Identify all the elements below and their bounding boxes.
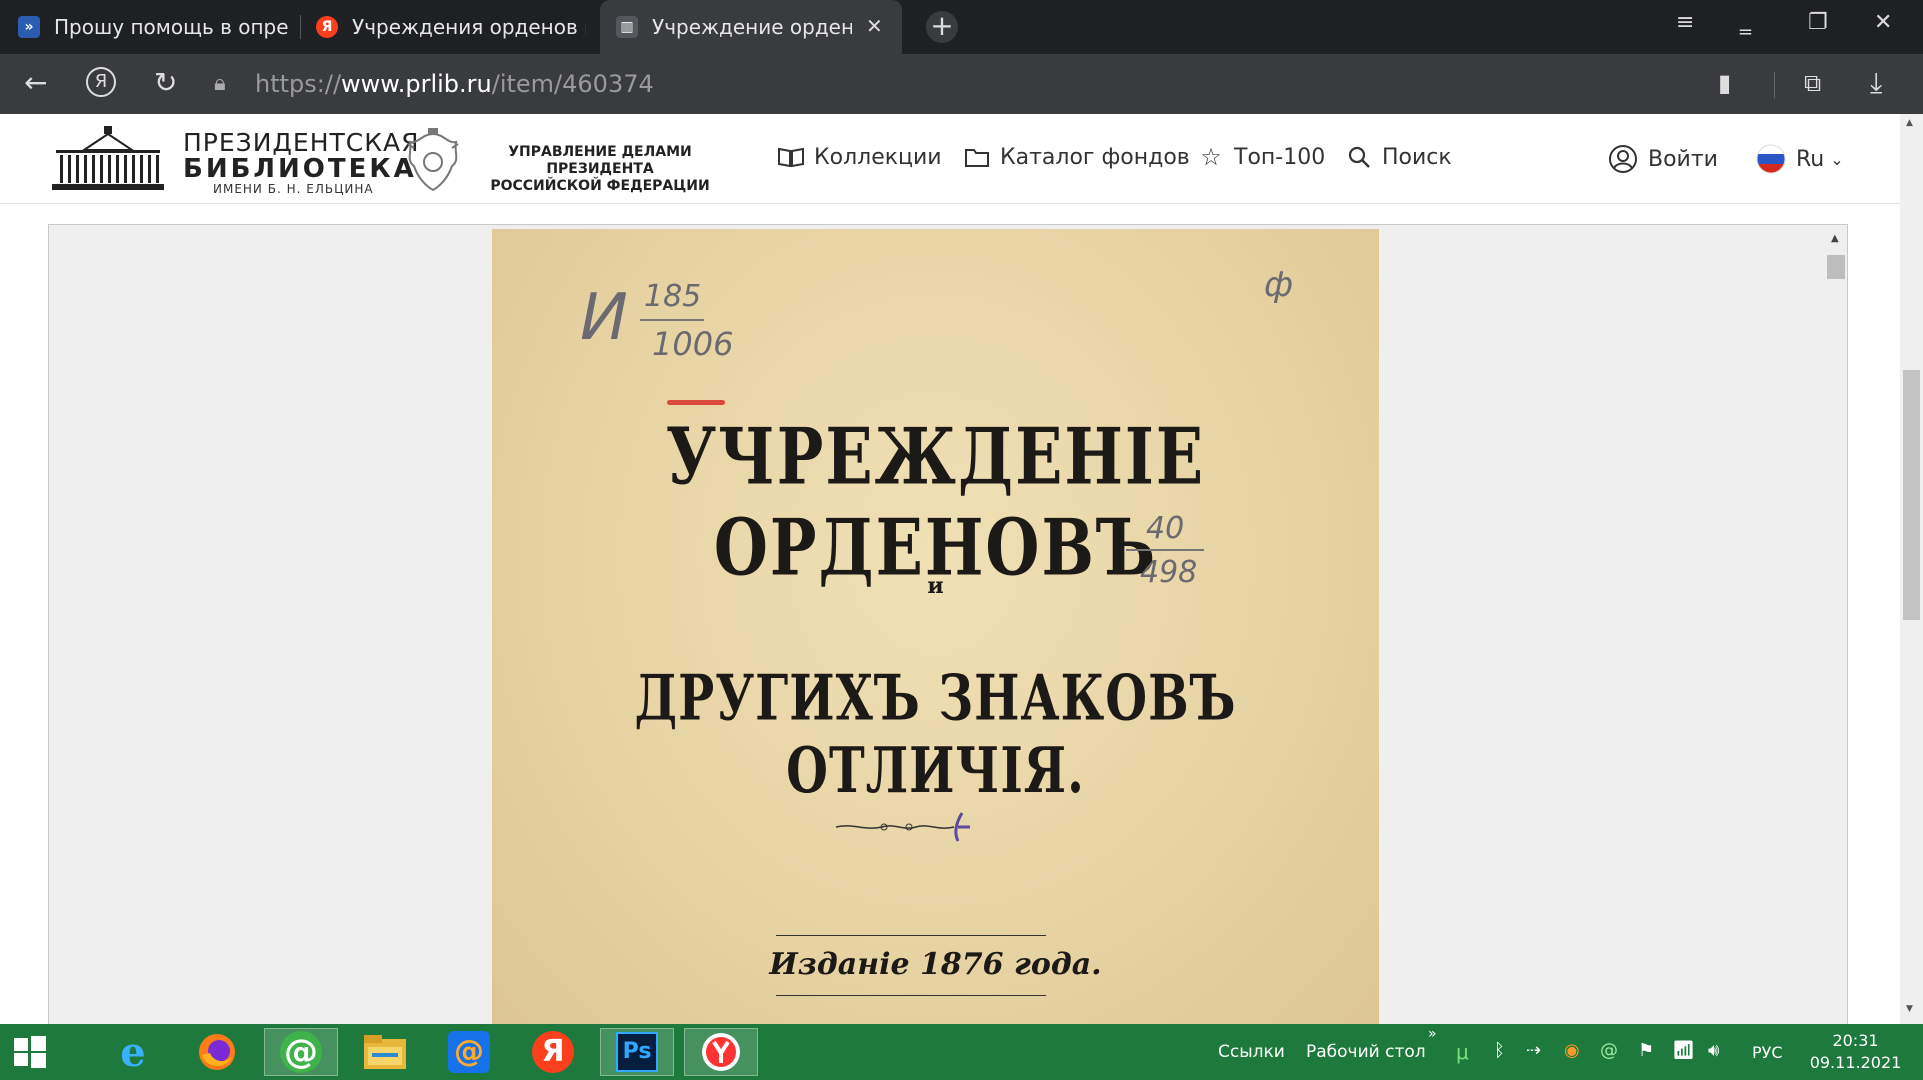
decorative-ornament: [835, 812, 970, 842]
internet-explorer-icon: e: [120, 1028, 146, 1076]
menu-icon[interactable]: ≡: [1676, 10, 1694, 35]
firefox-icon: [199, 1034, 235, 1070]
volume-icon[interactable]: 🔊︎: [1708, 1040, 1719, 1061]
yandex-browser-icon: [702, 1033, 740, 1071]
utorrent-icon[interactable]: μ: [1456, 1040, 1469, 1064]
viewer-scroll-thumb[interactable]: [1827, 255, 1845, 279]
minimize-icon[interactable]: ‗: [1740, 10, 1751, 35]
taskbar-firefox[interactable]: [180, 1028, 254, 1076]
reload-icon[interactable]: ↻: [154, 66, 177, 100]
keyboard-language[interactable]: РУС: [1752, 1043, 1783, 1062]
network-app-icon[interactable]: ⇢: [1526, 1040, 1541, 1061]
handwritten-number-top: 185: [644, 279, 702, 314]
scroll-up-arrow-icon[interactable]: ▲: [1831, 233, 1839, 244]
toolbar-separator: [1774, 72, 1775, 98]
nav-search[interactable]: Поиск: [1346, 144, 1452, 170]
forum-icon: »: [18, 16, 40, 38]
document-edition: Изданіе 1876 года.: [769, 947, 1102, 982]
book-icon: [778, 144, 804, 170]
download-icon[interactable]: ⤓: [1870, 66, 1882, 100]
system-clock[interactable]: 20:31 09.11.2021: [1798, 1030, 1913, 1074]
user-icon: [1608, 144, 1638, 174]
taskbar-ie[interactable]: e: [96, 1028, 170, 1076]
handwritten-fraction-line-right: [1126, 549, 1204, 551]
page-scroll-thumb[interactable]: [1903, 370, 1920, 620]
handwritten-fraction-line: [640, 319, 704, 321]
bluetooth-icon[interactable]: ᛒ: [1494, 1040, 1505, 1061]
photoshop-icon: Ps: [616, 1032, 658, 1072]
library-building-logo[interactable]: [50, 124, 166, 194]
taskbar-photoshop[interactable]: Ps: [600, 1028, 674, 1076]
page-scroll-up-icon[interactable]: ▲: [1906, 118, 1913, 128]
tab-forum[interactable]: » Прошу помощь в определ: [18, 0, 288, 54]
document-title-line1: УЧРЕЖДЕНІЕ ОРДЕНОВЪ: [665, 410, 1206, 594]
russia-flag-icon: [1756, 144, 1786, 174]
windows-logo-icon: [14, 1036, 46, 1068]
collections-icon[interactable]: ⧉: [1804, 66, 1821, 100]
logo-text-yeltsin: ИМЕНИ Б. Н. ЕЛЬЦИНА: [213, 182, 374, 196]
restore-icon[interactable]: ❐: [1808, 10, 1828, 35]
russian-emblem-icon: [407, 128, 459, 192]
page-scroll-down-icon[interactable]: ▼: [1906, 1004, 1913, 1014]
file-explorer-icon: [364, 1035, 406, 1069]
taskbar-mail-ru[interactable]: @: [432, 1028, 506, 1076]
search-icon: [1346, 144, 1372, 170]
mail-ru-icon: @: [448, 1031, 490, 1073]
viewer-scrollbar[interactable]: ▲: [1825, 225, 1847, 1027]
address-bar: ← Я ↻ 🔒︎ https://www.prlib.ru/item/46037…: [0, 54, 1923, 114]
star-icon: ☆: [1200, 143, 1222, 171]
close-window-icon[interactable]: ✕: [1874, 10, 1892, 35]
taskbar-links-toolbar[interactable]: Ссылки: [1218, 1042, 1285, 1062]
start-button[interactable]: [0, 1028, 60, 1076]
nav-catalog[interactable]: Каталог фондов: [964, 144, 1190, 170]
administration-title: УПРАВЛЕНИЕ ДЕЛАМИ ПРЕЗИДЕНТА РОССИЙСКОЙ …: [490, 144, 710, 194]
flag-notification-icon[interactable]: ⚑: [1638, 1040, 1654, 1061]
tab-prlib-active[interactable]: ▥ Учреждение орденов и: [600, 0, 902, 54]
taskbar-yandex-browser[interactable]: [684, 1028, 758, 1076]
mail-agent-icon: @: [280, 1031, 322, 1073]
handwritten-number-right-top: 40: [1146, 511, 1185, 546]
nav-top100[interactable]: ☆ Топ-100: [1198, 143, 1325, 171]
edition-rule-top: [776, 935, 1046, 936]
chevron-down-icon: ⌄: [1830, 149, 1844, 169]
toolbar-overflow-icon[interactable]: »: [1428, 1026, 1437, 1042]
document-title-line2: ДРУГИХЪ ЗНАКОВЪ ОТЛИЧІЯ.: [634, 662, 1237, 808]
document-conjunction: и: [927, 573, 944, 599]
close-tab-icon[interactable]: ✕: [866, 14, 883, 38]
handwritten-corner-mark: ф: [1264, 265, 1294, 305]
scanned-page: И 185 1006 ф УЧРЕЖДЕНІЕ ОРДЕНОВЪ 40 498 …: [492, 229, 1379, 1027]
bookmark-icon[interactable]: ▮: [1718, 66, 1731, 100]
taskbar-mail-agent[interactable]: @: [264, 1028, 338, 1076]
nav-login[interactable]: Войти: [1608, 144, 1718, 174]
site-header: ПРЕЗИДЕНТСКАЯ БИБЛИОТЕКА ИМЕНИ Б. Н. ЕЛЬ…: [0, 114, 1900, 204]
taskbar-explorer[interactable]: [348, 1028, 422, 1076]
yandex-icon: Я: [316, 16, 338, 38]
document-viewer[interactable]: И 185 1006 ф УЧРЕЖДЕНІЕ ОРДЕНОВЪ 40 498 …: [48, 224, 1848, 1028]
signal-strength-icon[interactable]: 📶︎: [1672, 1040, 1695, 1061]
handwritten-letter: И: [580, 281, 628, 355]
taskbar-desktop-toolbar[interactable]: Рабочий стол: [1306, 1042, 1426, 1062]
url-field[interactable]: https://www.prlib.ru/item/460374: [255, 70, 654, 98]
handwritten-number-bottom: 1006: [652, 325, 734, 363]
avast-icon[interactable]: ◉: [1564, 1040, 1580, 1061]
folder-icon: [964, 144, 990, 170]
tab-separator: [300, 15, 301, 39]
windows-taskbar: e @ @ Я Ps Ссылки Рабочий стол » μ ᛒ ⇢ ◉…: [0, 1024, 1923, 1080]
lock-icon: 🔒︎: [214, 71, 226, 96]
browser-tab-bar: » Прошу помощь в определ Я Учреждения ор…: [0, 0, 1923, 54]
yandex-home-icon[interactable]: Я: [86, 67, 116, 97]
red-ink-mark: [667, 400, 725, 405]
library-icon: ▥: [616, 16, 638, 38]
new-tab-button[interactable]: +: [926, 11, 958, 43]
logo-text-presidential: ПРЕЗИДЕНТСКАЯ: [183, 128, 420, 157]
edition-rule-bottom: [776, 995, 1046, 996]
yandex-app-icon: Я: [532, 1031, 574, 1073]
nav-collections[interactable]: Коллекции: [778, 144, 942, 170]
back-icon[interactable]: ←: [24, 66, 47, 100]
taskbar-yandex[interactable]: Я: [516, 1028, 590, 1076]
mail-agent-tray-icon[interactable]: @: [1600, 1040, 1618, 1061]
language-selector[interactable]: Ru ⌄: [1756, 144, 1844, 174]
logo-text-library: БИБЛИОТЕКА: [183, 154, 417, 184]
tab-yandex[interactable]: Я Учреждения орденов и др: [316, 0, 586, 54]
